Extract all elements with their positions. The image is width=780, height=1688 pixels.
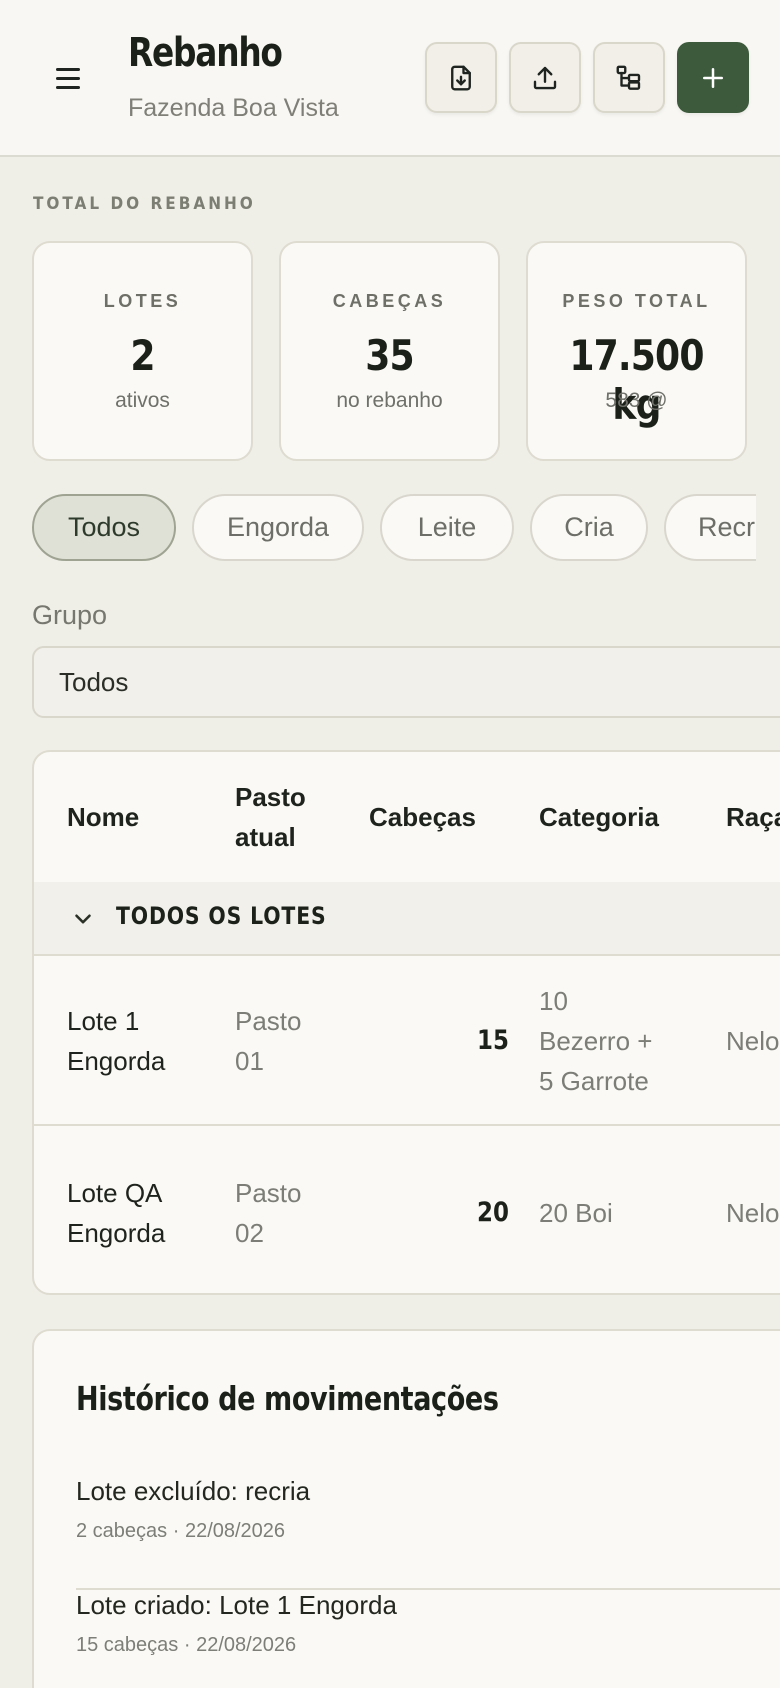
stat-sub: ativos [115,389,170,412]
chevron-down-icon [75,914,91,924]
cell-text: 5 Garrote [539,1066,649,1096]
stat-card-weight: PESO TOTAL 17.500 kg 583 @ [526,241,747,461]
cell-text: Engorda [67,1046,166,1076]
farm-name: Fazenda Boa Vista [128,94,339,122]
stat-value: 17.500 kg [569,331,704,429]
stat-label: LOTES [103,291,182,311]
history-item-meta: 2 cabeças · 22/08/2026 [76,1520,286,1542]
col-header-pasto[interactable]: Pasto atual [235,752,306,882]
cell-categoria: 20 Boi [539,1198,613,1228]
stat-label: PESO TOTAL [562,291,711,311]
col-header-pasto-line2: atual [235,822,296,852]
cell-text: Lote 1 [67,1006,140,1036]
cell-raca: Nelore [726,1198,780,1228]
cell-text: Pasto [235,1006,302,1036]
file-download-icon [451,65,471,90]
cell-cabecas: 15 [477,1025,509,1056]
stat-card-lots: LOTES 2 ativos [32,241,253,461]
stat-value: 2 [130,331,155,380]
col-header-categoria[interactable]: Categoria [539,752,659,882]
group-select[interactable]: Todos [32,646,780,718]
history-item: Lote criado: Lote 1 Engorda 15 cabeças ·… [76,1590,780,1688]
group-label: Grupo [32,600,108,630]
table-row[interactable]: Lote 1 Engorda Pasto 01 15 10 Bezerro + … [34,956,780,1126]
chip-leite[interactable]: Leite [380,494,514,561]
col-header-pasto-line1: Pasto [235,782,306,812]
col-header-raca[interactable]: Raça [726,752,780,882]
summary-label: TOTAL DO REBANHO [33,194,256,214]
chip-recria[interactable]: Recria [664,494,756,561]
cell-text: 10 [539,986,568,1016]
cell-text: 01 [235,1046,264,1076]
upload-icon [533,66,557,89]
cell-nome: Lote QA Engorda [67,1128,166,1293]
group-title: TODOS OS LOTES [116,902,327,930]
cell-pasto: Pasto 02 [235,1128,302,1293]
cell-text: Engorda [67,1218,166,1248]
stat-label: CABEÇAS [332,291,447,311]
history-item-title: Lote criado: Lote 1 Engorda [76,1590,397,1620]
col-header-nome[interactable]: Nome [67,752,139,882]
stat-value: 35 [365,331,414,380]
cell-text: Lote QA [67,1178,163,1208]
menu-icon[interactable] [44,54,92,102]
col-header-cabecas[interactable]: Cabeças [369,752,476,882]
lots-table: Nome Pasto atual Cabeças Categoria Raça … [32,750,780,1295]
history-item-title: Lote excluído: recria [76,1476,311,1506]
app-header: Rebanho Fazenda Boa Vista [0,0,780,157]
groups-button[interactable] [593,42,665,113]
cell-text: Bezerro + [539,1026,653,1056]
history-item-meta: 15 cabeças · 22/08/2026 [76,1634,297,1656]
hierarchy-icon [616,65,641,90]
cell-text: Pasto [235,1178,302,1208]
export-file-button[interactable] [425,42,497,113]
upload-button[interactable] [509,42,581,113]
cell-raca: Nelore [726,1026,780,1056]
history-item: Lote excluído: recria 2 cabeças · 22/08/… [76,1476,780,1590]
chip-cria[interactable]: Cria [530,494,648,561]
cell-categoria: 10 Bezerro + 5 Garrote [539,956,652,1126]
stat-sub: no rebanho [336,389,443,412]
cell-cabecas: 20 [477,1197,509,1228]
stat-card-heads: CABEÇAS 35 no rebanho [279,241,500,461]
chip-todos[interactable]: Todos [32,494,176,561]
add-lot-button[interactable] [677,42,749,113]
cell-text: 02 [235,1218,264,1248]
cell-nome: Lote 1 Engorda [67,956,165,1126]
stat-sub: 583 @ [605,389,668,412]
chip-engorda[interactable]: Engorda [192,494,364,561]
group-row-all[interactable]: TODOS OS LOTES [34,882,780,956]
history-title: Histórico de movimentações [76,1379,499,1418]
filter-chips: Todos Engorda Leite Cria Recria [32,494,756,562]
cell-pasto: Pasto 01 [235,956,302,1126]
plus-icon [703,67,723,88]
history-card: Histórico de movimentações Lote excluído… [32,1329,780,1688]
table-row[interactable]: Lote QA Engorda Pasto 02 20 20 Boi Nelor… [34,1128,780,1293]
page-title: Rebanho [128,30,283,76]
